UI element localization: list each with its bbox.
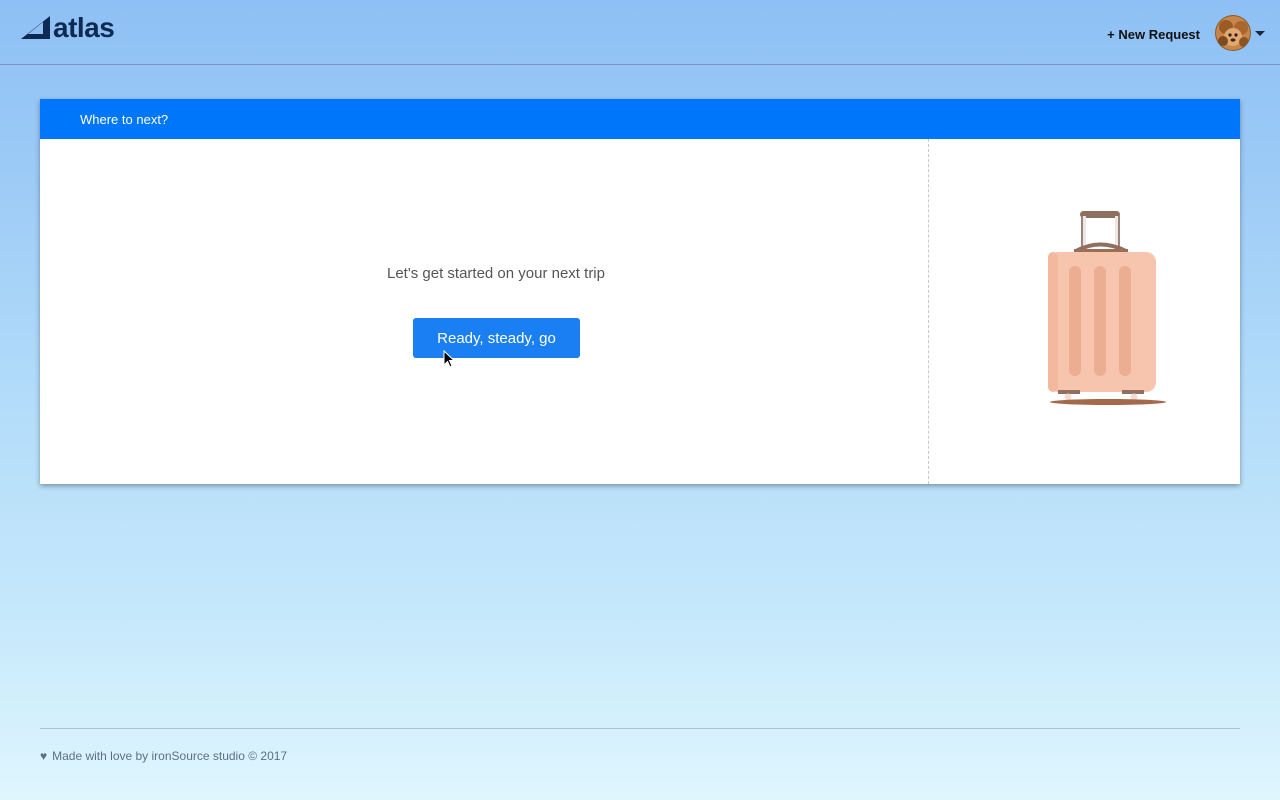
atlas-logo-icon xyxy=(21,16,50,39)
card-right-panel xyxy=(929,139,1240,484)
user-menu[interactable] xyxy=(1215,15,1265,51)
top-navigation-bar: atlas + New Request xyxy=(0,0,1280,65)
card-body: Let's get started on your next trip Read… xyxy=(40,139,1240,484)
card-title: Where to next? xyxy=(40,99,1240,139)
avatar[interactable] xyxy=(1215,15,1251,51)
footer-credits: Made with love by ironSource studio © 20… xyxy=(52,749,288,763)
atlas-logo[interactable]: atlas xyxy=(19,12,115,43)
footer: ♥ Made with love by ironSource studio © … xyxy=(40,749,287,763)
chevron-down-icon[interactable] xyxy=(1255,30,1265,36)
footer-divider xyxy=(40,728,1240,729)
heart-icon: ♥ xyxy=(40,749,48,763)
brand-name: atlas xyxy=(53,12,115,43)
suitcase-illustration xyxy=(1048,211,1166,405)
start-trip-prompt: Let's get started on your next trip xyxy=(387,265,605,282)
new-request-link[interactable]: + New Request xyxy=(1107,27,1200,42)
trip-start-card: Where to next? Let's get started on your… xyxy=(40,99,1240,484)
card-left-panel xyxy=(40,139,929,484)
ready-steady-go-button[interactable]: Ready, steady, go xyxy=(413,318,580,358)
